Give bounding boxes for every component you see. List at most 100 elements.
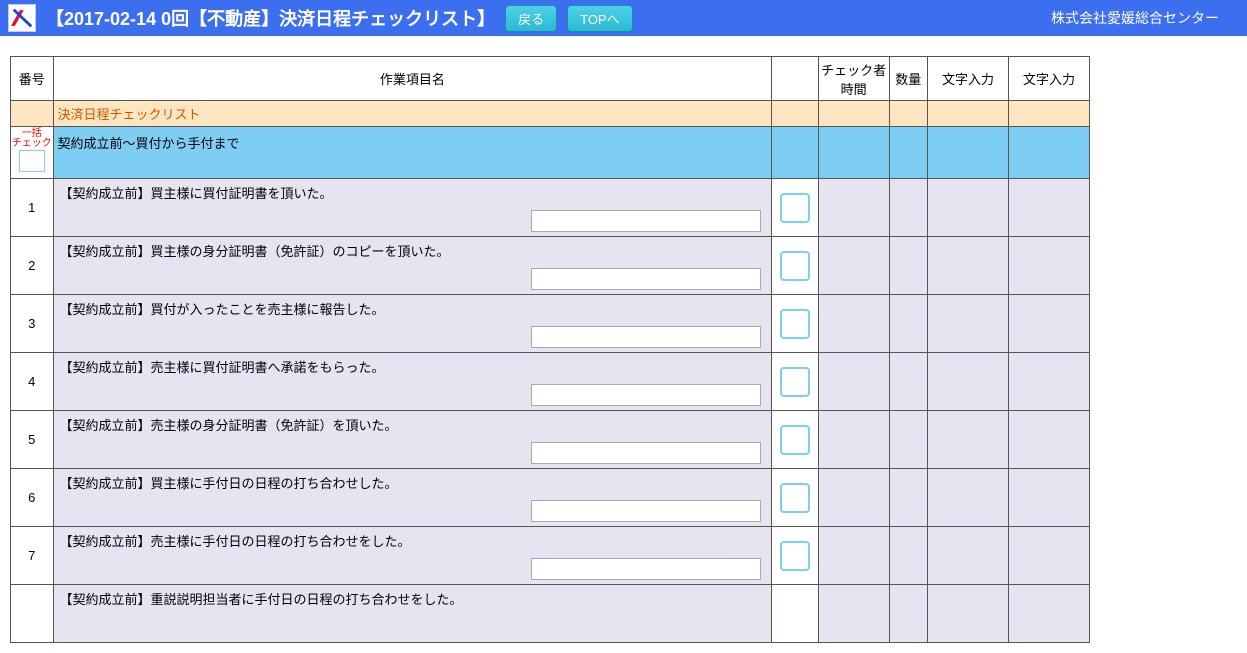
- task-input[interactable]: [531, 558, 761, 580]
- task-cell-checker: [818, 353, 889, 411]
- task-item-cell: 【契約成立前】買主様の身分証明書（免許証）のコピーを頂いた。: [53, 237, 772, 295]
- task-check-cell: [772, 179, 819, 237]
- task-row: 7 【契約成立前】売主様に手付日の日程の打ち合わせをした。: [11, 527, 1090, 585]
- section-title: 契約成立前～買付から手付まで: [53, 127, 772, 179]
- task-check-box[interactable]: [780, 251, 810, 281]
- task-cell-t1: [928, 179, 1009, 237]
- task-item-cell: 【契約成立前】売主様の身分証明書（免許証）を頂いた。: [53, 411, 772, 469]
- task-cell-checker: [818, 179, 889, 237]
- task-text: 【契約成立前】買主様に買付証明書を頂いた。: [60, 183, 766, 202]
- task-input[interactable]: [531, 500, 761, 522]
- task-cell-checker: [818, 411, 889, 469]
- task-cell-t2: [1008, 585, 1089, 643]
- task-check-box[interactable]: [780, 425, 810, 455]
- task-row: 5【契約成立前】売主様の身分証明書（免許証）を頂いた。: [11, 411, 1090, 469]
- task-check-cell: [772, 585, 819, 643]
- task-text: 【契約成立前】買付が入ったことを売主様に報告した。: [60, 299, 766, 318]
- back-button[interactable]: 戻る: [505, 5, 557, 32]
- task-item-cell: 【契約成立前】売主様に買付証明書へ承諾をもらった。: [53, 353, 772, 411]
- task-check-cell: [772, 295, 819, 353]
- task-cell-qty: [889, 527, 927, 585]
- task-cell-t1: [928, 469, 1009, 527]
- task-cell-t1: [928, 411, 1009, 469]
- section-row: 一括 チェック 契約成立前～買付から手付まで: [11, 127, 1090, 179]
- task-text: 【契約成立前】買主様の身分証明書（免許証）のコピーを頂いた。: [60, 241, 766, 260]
- task-check-box[interactable]: [780, 483, 810, 513]
- col-header-check: [772, 57, 819, 101]
- group-title-row: 決済日程チェックリスト: [11, 101, 1090, 127]
- task-cell-qty: [889, 295, 927, 353]
- task-num: 4: [11, 353, 54, 411]
- task-check-cell: [772, 353, 819, 411]
- checklist-table: 番号 作業項目名 チェック者 時間 数量 文字入力 文字入力 決済日程チェックリ…: [10, 56, 1090, 643]
- task-num: 3: [11, 295, 54, 353]
- task-cell-checker: [818, 469, 889, 527]
- task-cell-t1: [928, 353, 1009, 411]
- task-cell-checker: [818, 527, 889, 585]
- task-cell-checker: [818, 295, 889, 353]
- bulk-check-box[interactable]: [19, 150, 45, 172]
- task-item-cell: 【契約成立前】買付が入ったことを売主様に報告した。: [53, 295, 772, 353]
- task-item-cell: 【契約成立前】重説説明担当者に手付日の日程の打ち合わせをした。: [53, 585, 772, 643]
- task-num: [11, 585, 54, 643]
- task-text: 【契約成立前】売主様に買付証明書へ承諾をもらった。: [60, 357, 766, 376]
- task-input[interactable]: [531, 442, 761, 464]
- page-title: 【2017-02-14 0回【不動産】決済日程チェックリスト】: [46, 5, 495, 31]
- task-cell-t1: [928, 585, 1009, 643]
- task-text: 【契約成立前】重説説明担当者に手付日の日程の打ち合わせをした。: [60, 589, 766, 608]
- task-check-box[interactable]: [780, 309, 810, 339]
- task-cell-t2: [1008, 353, 1089, 411]
- task-input[interactable]: [531, 268, 761, 290]
- col-header-qty: 数量: [889, 57, 927, 101]
- col-header-text1: 文字入力: [928, 57, 1009, 101]
- group-title: 決済日程チェックリスト: [53, 101, 772, 127]
- task-cell-qty: [889, 237, 927, 295]
- task-check-box[interactable]: [780, 367, 810, 397]
- task-cell-t2: [1008, 295, 1089, 353]
- task-row: 2 【契約成立前】買主様の身分証明書（免許証）のコピーを頂いた。: [11, 237, 1090, 295]
- task-check-box[interactable]: [780, 193, 810, 223]
- task-check-cell: [772, 527, 819, 585]
- task-row: 【契約成立前】重説説明担当者に手付日の日程の打ち合わせをした。: [11, 585, 1090, 643]
- task-check-cell: [772, 411, 819, 469]
- bulk-check-label2: チェック: [11, 139, 53, 149]
- col-header-text2: 文字入力: [1008, 57, 1089, 101]
- task-cell-qty: [889, 353, 927, 411]
- task-num: 6: [11, 469, 54, 527]
- company-name: 株式会社愛媛総合センター: [1051, 8, 1239, 28]
- task-cell-qty: [889, 411, 927, 469]
- task-text: 【契約成立前】売主様に手付日の日程の打ち合わせをした。: [60, 531, 766, 550]
- task-cell-t1: [928, 527, 1009, 585]
- task-cell-checker: [818, 237, 889, 295]
- task-check-cell: [772, 237, 819, 295]
- task-check-box[interactable]: [780, 541, 810, 571]
- task-cell-checker: [818, 585, 889, 643]
- task-cell-t1: [928, 295, 1009, 353]
- task-item-cell: 【契約成立前】売主様に手付日の日程の打ち合わせをした。: [53, 527, 772, 585]
- task-text: 【契約成立前】買主様に手付日の日程の打ち合わせした。: [60, 473, 766, 492]
- task-item-cell: 【契約成立前】買主様に買付証明書を頂いた。: [53, 179, 772, 237]
- header-bar: 【2017-02-14 0回【不動産】決済日程チェックリスト】 戻る TOPへ …: [0, 0, 1247, 36]
- task-num: 7: [11, 527, 54, 585]
- task-cell-t2: [1008, 411, 1089, 469]
- logo-icon: [8, 4, 36, 32]
- header-row: 番号 作業項目名 チェック者 時間 数量 文字入力 文字入力: [11, 57, 1090, 101]
- task-cell-t2: [1008, 469, 1089, 527]
- col-header-item: 作業項目名: [53, 57, 772, 101]
- task-item-cell: 【契約成立前】買主様に手付日の日程の打ち合わせした。: [53, 469, 772, 527]
- task-input[interactable]: [531, 326, 761, 348]
- task-check-cell: [772, 469, 819, 527]
- task-row: 4 【契約成立前】売主様に買付証明書へ承諾をもらった。: [11, 353, 1090, 411]
- task-text: 【契約成立前】売主様の身分証明書（免許証）を頂いた。: [60, 415, 766, 434]
- bulk-check-cell: 一括 チェック: [11, 127, 54, 179]
- task-cell-qty: [889, 469, 927, 527]
- top-button[interactable]: TOPへ: [567, 5, 633, 32]
- task-num: 2: [11, 237, 54, 295]
- task-input[interactable]: [531, 210, 761, 232]
- task-cell-t2: [1008, 179, 1089, 237]
- task-input[interactable]: [531, 384, 761, 406]
- task-cell-t1: [928, 237, 1009, 295]
- task-cell-t2: [1008, 527, 1089, 585]
- main-area: 番号 作業項目名 チェック者 時間 数量 文字入力 文字入力 決済日程チェックリ…: [0, 36, 1247, 653]
- task-row: 6 【契約成立前】買主様に手付日の日程の打ち合わせした。: [11, 469, 1090, 527]
